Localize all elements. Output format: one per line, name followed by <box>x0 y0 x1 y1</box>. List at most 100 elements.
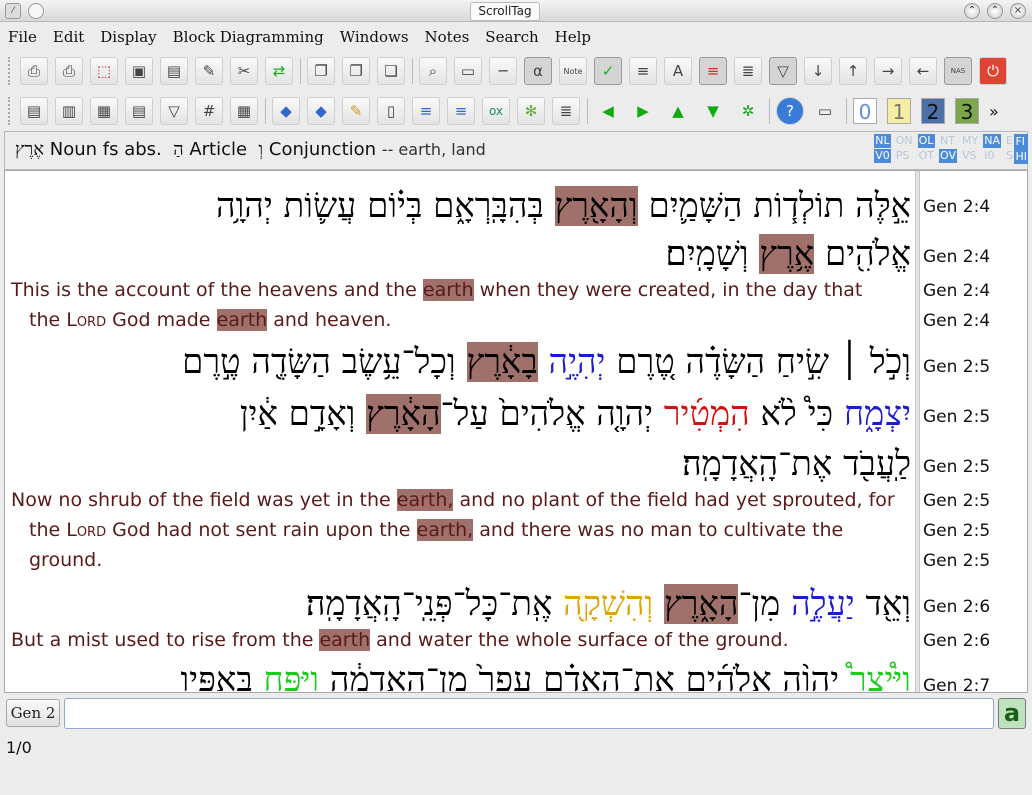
note-icon[interactable]: Note <box>559 57 587 85</box>
text-size-icon[interactable]: A <box>664 57 692 85</box>
menu-block-diagramming[interactable]: Block Diagramming <box>173 28 324 46</box>
flag-v0[interactable]: V0 <box>874 149 891 163</box>
command-input[interactable] <box>64 698 994 729</box>
menu-display[interactable]: Display <box>100 28 156 46</box>
help-icon[interactable]: ? <box>776 97 804 125</box>
flag-fi[interactable]: FI <box>1014 134 1028 149</box>
nas-icon[interactable]: NAS <box>944 57 972 85</box>
flag-vs[interactable]: VS <box>961 149 979 163</box>
verse-ref[interactable]: Gen 2:4 <box>923 247 990 267</box>
wrench-pen-icon[interactable]: ✎ <box>195 57 223 85</box>
flag-nt[interactable]: NT <box>939 134 957 148</box>
level-3-button[interactable]: 3 <box>955 98 979 124</box>
lines-icon[interactable]: ≣ <box>552 97 580 125</box>
verse-ref[interactable]: Gen 2:5 <box>923 407 990 427</box>
down-arrow-icon[interactable]: ↓ <box>804 57 832 85</box>
nav-forward-icon[interactable]: ▶ <box>629 97 657 125</box>
verb-colored[interactable]: יִצְמָ֑ח <box>844 394 911 434</box>
flag-na[interactable]: NA <box>983 134 1002 148</box>
copy-icon[interactable]: ❐ <box>307 57 335 85</box>
verse-ref[interactable]: Gen 2:4 <box>923 281 990 301</box>
verse-check-icon[interactable]: ✓ <box>594 57 622 85</box>
pencil-icon[interactable]: ✎ <box>342 97 370 125</box>
verb-colored[interactable]: וַיִּפַּ֥ח <box>264 660 320 692</box>
line-icon[interactable]: ─ <box>489 57 517 85</box>
export-icon[interactable]: ⇄ <box>265 57 293 85</box>
right-arrow-icon[interactable]: → <box>874 57 902 85</box>
annotation-button[interactable]: a <box>998 698 1026 729</box>
flag-on[interactable]: ON <box>895 134 914 148</box>
print-preview-icon[interactable]: ⎙ <box>55 57 83 85</box>
highlighted-word[interactable]: earth <box>216 309 268 331</box>
minimize-button[interactable]: ⌃ <box>964 3 980 19</box>
maximize-button[interactable]: ⌃ <box>987 3 1003 19</box>
highlighted-word[interactable]: הָאָ֔רֶץ <box>366 394 441 434</box>
highlighted-word[interactable]: בָאָ֔רֶץ <box>466 342 538 382</box>
pin-icon[interactable] <box>28 3 44 19</box>
layout1-icon[interactable]: ▤ <box>20 97 48 125</box>
nav-back-icon[interactable]: ◀ <box>594 97 622 125</box>
toolbar-grip[interactable] <box>8 97 14 125</box>
zoom-icon[interactable]: ⌕ <box>419 57 447 85</box>
verse-ref[interactable]: Gen 2:6 <box>923 597 990 617</box>
flag-nl[interactable]: NL <box>874 134 891 148</box>
book-icon[interactable]: ▭ <box>811 97 839 125</box>
tools-icon[interactable]: ✂ <box>230 57 258 85</box>
verb-colored[interactable]: וַיִּ֩יצֶר֩ <box>850 660 911 692</box>
nav-down-icon[interactable]: ▼ <box>699 97 727 125</box>
eraser-icon[interactable]: ▯ <box>377 97 405 125</box>
menu-notes[interactable]: Notes <box>425 28 470 46</box>
level-0-button[interactable]: 0 <box>853 98 877 124</box>
flag-ps[interactable]: PS <box>895 149 914 163</box>
layout3-icon[interactable]: ▦ <box>90 97 118 125</box>
left-arrow-icon[interactable]: ← <box>909 57 937 85</box>
flag-ot[interactable]: OT <box>918 149 935 163</box>
flag-my[interactable]: MY <box>961 134 979 148</box>
verb-colored[interactable]: וְהִשְׁקָ֖ה <box>563 584 653 624</box>
table-settings-icon[interactable]: ▤ <box>160 57 188 85</box>
verse-ref[interactable]: Gen 2:4 <box>923 311 990 331</box>
print-icon[interactable]: ⎙ <box>20 57 48 85</box>
tree-icon[interactable]: ✻ <box>517 97 545 125</box>
grid-icon[interactable]: ▦ <box>230 97 258 125</box>
list-tag2-icon[interactable]: ≡ <box>447 97 475 125</box>
verb-colored[interactable]: הִמְטִ֜יר <box>664 394 750 434</box>
menu-search[interactable]: Search <box>485 28 538 46</box>
copy-alt-icon[interactable]: ❐ <box>342 57 370 85</box>
toolbar-grip[interactable] <box>8 57 14 85</box>
layout5-icon[interactable]: ▽ <box>160 97 188 125</box>
tag-icon[interactable]: ◆ <box>272 97 300 125</box>
highlighted-word[interactable]: earth <box>422 279 474 301</box>
power-icon[interactable]: ⏻ <box>979 57 1007 85</box>
verse-ref[interactable]: Gen 2:5 <box>923 457 990 477</box>
list-tag-icon[interactable]: ≡ <box>412 97 440 125</box>
layout2-icon[interactable]: ▥ <box>55 97 83 125</box>
tag-alt-icon[interactable]: ◆ <box>307 97 335 125</box>
passage-view[interactable]: אֵ֣לֶּה תוֹלְד֧וֹת הַשָּׁמַ֛יִם וְהָאָ֖ר… <box>4 170 1028 693</box>
highlighted-word[interactable]: earth, <box>416 519 474 541</box>
verse-ref[interactable]: Gen 2:5 <box>923 491 990 511</box>
highlighted-word[interactable]: וְהָאָ֖רֶץ <box>554 186 638 226</box>
up-arrow-icon[interactable]: ↑ <box>839 57 867 85</box>
page-icon[interactable]: ▭ <box>454 57 482 85</box>
verse-ref[interactable]: Gen 2:6 <box>923 631 990 651</box>
paste-icon[interactable]: ❏ <box>377 57 405 85</box>
flag-ol[interactable]: OL <box>917 134 936 148</box>
verb-colored[interactable]: יַעֲלֶ֣ה <box>791 584 855 624</box>
alpha-tag-icon[interactable]: α <box>524 57 552 85</box>
highlighted-word[interactable]: earth, <box>396 489 454 511</box>
menu-help[interactable]: Help <box>555 28 591 46</box>
close-button[interactable]: × <box>1010 3 1026 19</box>
verse-ref[interactable]: Gen 2:7 <box>923 676 990 692</box>
highlighted-word[interactable]: הָאָ֑רֶץ <box>664 584 739 624</box>
flag-i0[interactable]: I0 <box>983 149 1001 163</box>
go-to-reference-button[interactable]: Gen 2 <box>6 699 60 727</box>
verse-ref[interactable]: Gen 2:5 <box>923 551 990 571</box>
flag-ov[interactable]: OV <box>939 149 958 163</box>
verse-ref[interactable]: Gen 2:5 <box>923 521 990 541</box>
filter-icon[interactable]: ▽ <box>769 57 797 85</box>
layout4-icon[interactable]: ▤ <box>125 97 153 125</box>
flag-hi[interactable]: HI <box>1014 149 1028 164</box>
numbered-list-icon[interactable]: ≡ <box>629 57 657 85</box>
menu-windows[interactable]: Windows <box>340 28 409 46</box>
